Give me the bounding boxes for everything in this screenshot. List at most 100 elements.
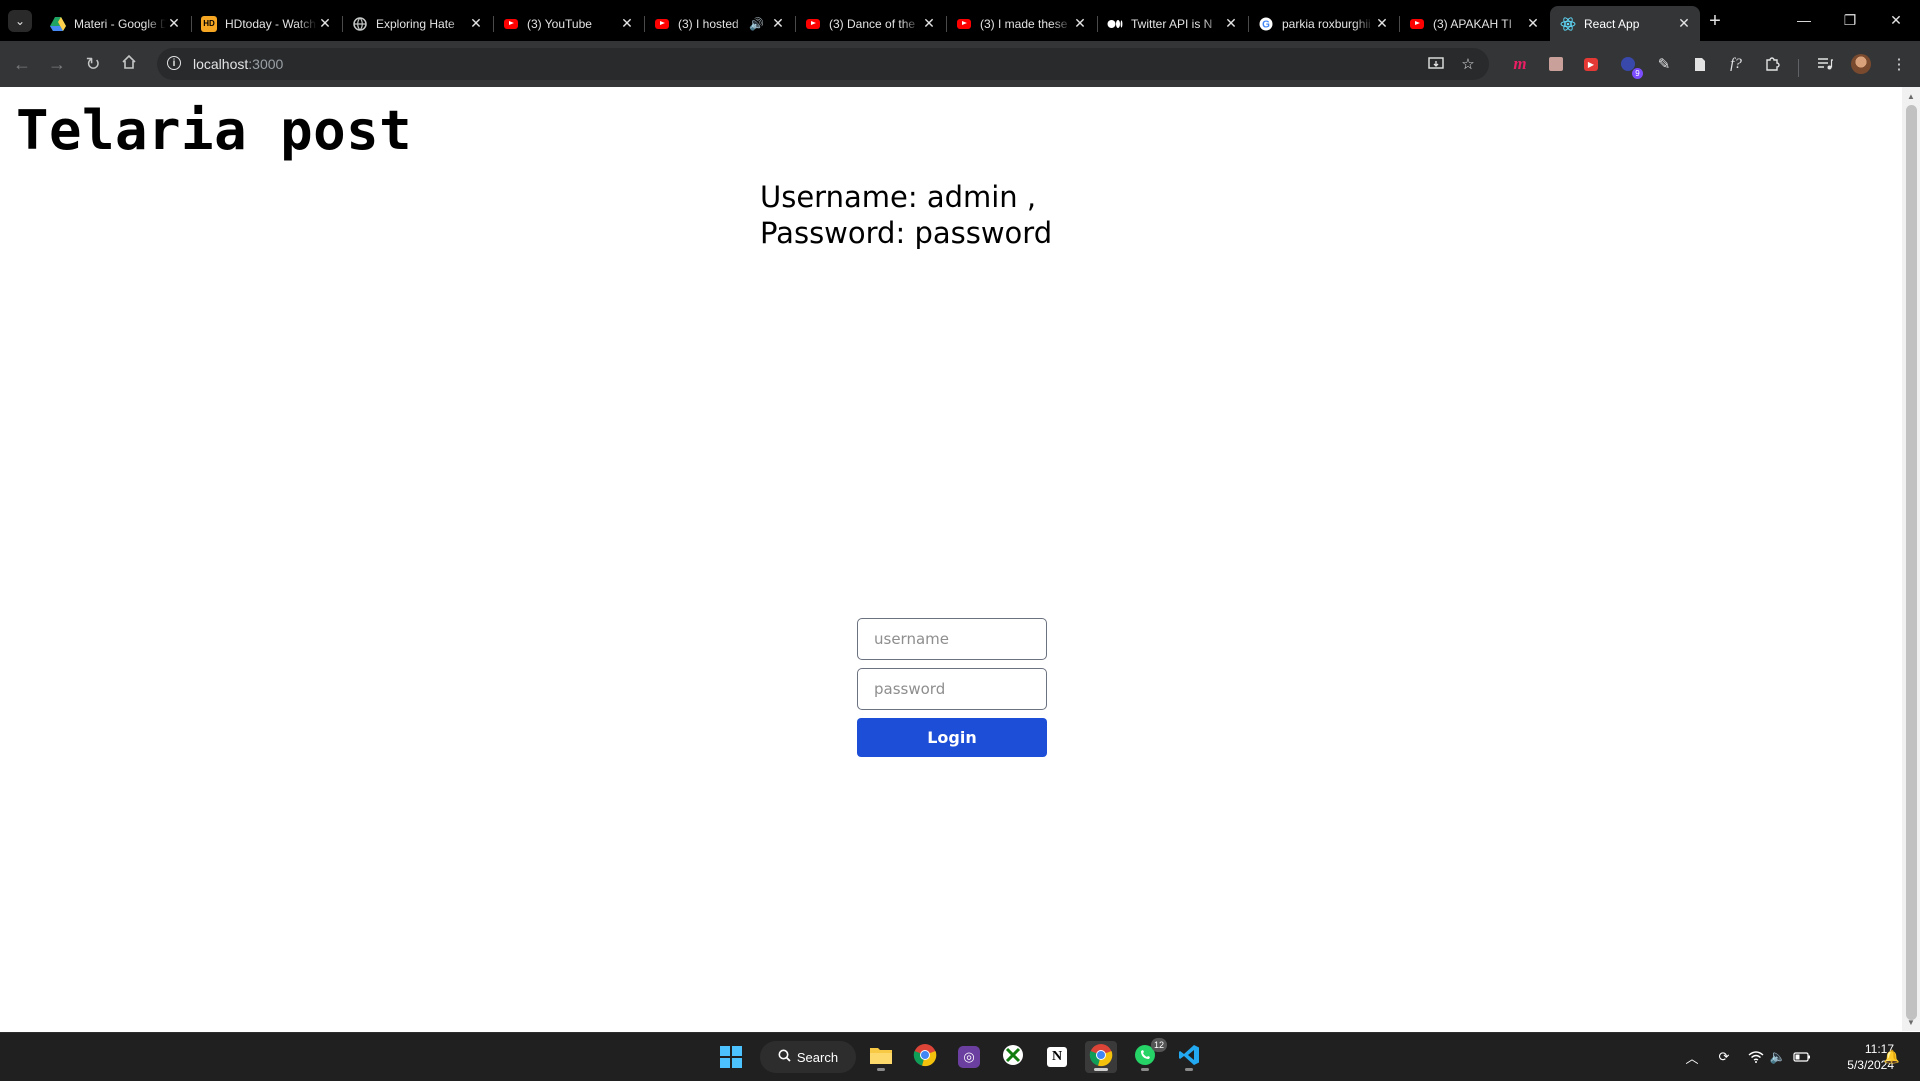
site-info-icon[interactable]: i	[167, 56, 181, 70]
minimize-icon: —	[1797, 12, 1811, 28]
login-button[interactable]: Login	[857, 718, 1047, 757]
taskbar-notion[interactable]: N	[1041, 1041, 1073, 1073]
reload-icon: ↻	[85, 53, 101, 74]
scroll-down-arrow-icon[interactable]: ▼	[1906, 1017, 1916, 1027]
login-form: Login	[857, 618, 1047, 757]
notification-bell-icon[interactable]: 🔔	[1882, 1047, 1902, 1067]
bookmark-star-icon[interactable]: ☆	[1459, 55, 1477, 73]
tab-youtube[interactable]: (3) YouTube ✕	[493, 6, 643, 41]
close-icon[interactable]: ✕	[317, 15, 333, 32]
taskbar-app-purple[interactable]: ◎	[953, 1041, 985, 1073]
close-icon[interactable]: ✕	[1525, 15, 1541, 32]
close-icon[interactable]: ✕	[770, 15, 786, 32]
new-tab-button[interactable]: +	[1704, 10, 1726, 32]
search-icon	[778, 1049, 791, 1065]
url-text[interactable]: localhost:3000	[193, 56, 283, 72]
tab-search-button[interactable]: ⌄	[8, 10, 32, 32]
youtube-icon	[805, 16, 821, 32]
tray-overflow-chevron-icon[interactable]: ︿	[1682, 1047, 1702, 1067]
battery-icon[interactable]	[1792, 1047, 1812, 1067]
close-icon[interactable]: ✕	[921, 15, 937, 32]
home-button[interactable]	[115, 50, 143, 78]
minimize-button[interactable]: —	[1781, 8, 1827, 32]
chevron-down-icon: ⌄	[14, 14, 26, 28]
running-indicator	[1094, 1068, 1108, 1071]
close-icon[interactable]: ✕	[1072, 15, 1088, 32]
taskbar-xbox[interactable]	[997, 1041, 1029, 1073]
youtube-icon	[654, 16, 670, 32]
install-app-icon[interactable]	[1427, 55, 1445, 73]
taskbar-file-explorer[interactable]	[865, 1041, 897, 1073]
google-icon: G	[1258, 16, 1274, 32]
youtube-icon	[503, 16, 519, 32]
taskbar-vscode[interactable]	[1173, 1041, 1205, 1073]
close-icon[interactable]: ✕	[468, 15, 484, 32]
media-control-icon[interactable]	[1814, 53, 1836, 75]
username-input[interactable]	[857, 618, 1047, 660]
wifi-icon[interactable]	[1746, 1047, 1766, 1067]
tab-strip: ⌄ Materi - Google Drive ✕ HD HDtoday - W…	[0, 0, 1920, 41]
close-window-button[interactable]: ✕	[1873, 8, 1919, 32]
tab-hdtoday[interactable]: HD HDtoday - Watch ✕	[191, 6, 341, 41]
password-input[interactable]	[857, 668, 1047, 710]
taskbar-chrome[interactable]	[909, 1041, 941, 1073]
restore-icon: ❐	[1843, 11, 1857, 28]
taskbar-whatsapp[interactable]: 12	[1129, 1038, 1167, 1073]
windows-taskbar: Search ◎ N 12 ︿ ⟳ 🔈 11:17 5/3/2024 🔔	[0, 1032, 1920, 1081]
close-icon[interactable]: ✕	[1223, 15, 1239, 32]
folder-icon	[869, 1045, 893, 1070]
close-icon[interactable]: ✕	[1676, 15, 1692, 32]
document-icon[interactable]	[1689, 53, 1711, 75]
google-drive-icon	[50, 16, 66, 32]
extension-m-icon[interactable]: m	[1509, 53, 1531, 75]
forward-button[interactable]: →	[43, 50, 71, 78]
back-button[interactable]: ←	[8, 50, 36, 78]
windows-logo-icon	[720, 1046, 742, 1068]
tab-google-drive[interactable]: Materi - Google Drive ✕	[40, 6, 190, 41]
notion-icon: N	[1047, 1047, 1067, 1067]
running-indicator	[1141, 1068, 1149, 1071]
restore-button[interactable]: ❐	[1827, 8, 1873, 32]
scroll-up-arrow-icon[interactable]: ▲	[1906, 91, 1916, 101]
formula-icon[interactable]: f?	[1725, 53, 1747, 75]
profile-avatar[interactable]	[1850, 53, 1872, 75]
tab-exploring-hate[interactable]: Exploring Hate ✕	[342, 6, 492, 41]
tab-twitter-api[interactable]: Twitter API is N ✕	[1097, 6, 1247, 41]
kebab-menu-icon: ⋮	[1891, 56, 1907, 73]
tab-i-made-these[interactable]: (3) I made these ✕	[946, 6, 1096, 41]
taskbar-chrome-profile[interactable]	[1085, 1041, 1117, 1073]
close-icon[interactable]: ✕	[166, 15, 182, 32]
tab-react-app[interactable]: React App ✕	[1550, 6, 1700, 41]
close-icon[interactable]: ✕	[1374, 15, 1390, 32]
sync-icon[interactable]: ⟳	[1714, 1047, 1734, 1067]
vertical-scrollbar[interactable]: ▲ ▼	[1902, 87, 1920, 1031]
reload-button[interactable]: ↻	[79, 50, 107, 78]
speaker-icon[interactable]: 🔊	[749, 17, 764, 31]
close-icon[interactable]: ✕	[619, 15, 635, 32]
taskbar-search-button[interactable]: Search	[760, 1041, 856, 1073]
tab-i-hosted[interactable]: (3) I hosted 🔊 ✕	[644, 6, 794, 41]
start-button[interactable]	[715, 1041, 747, 1073]
chrome-menu-button[interactable]: ⋮	[1888, 53, 1910, 75]
extension-video-icon[interactable]: ▶	[1580, 53, 1602, 75]
scrollbar-thumb[interactable]	[1906, 105, 1917, 1020]
credentials-hint: Username: admin , Password: password	[760, 180, 1053, 250]
extensions-puzzle-icon[interactable]	[1761, 53, 1783, 75]
arrow-right-icon: →	[48, 53, 66, 74]
eyedropper-icon[interactable]: ✎	[1653, 53, 1675, 75]
home-icon	[121, 54, 137, 75]
hdtoday-icon: HD	[201, 15, 217, 32]
address-bar[interactable]: i localhost:3000 ☆	[157, 48, 1489, 80]
vscode-icon	[1178, 1044, 1200, 1071]
extension-notes-icon[interactable]	[1545, 53, 1567, 75]
volume-icon[interactable]: 🔈	[1768, 1047, 1788, 1067]
app-purple-icon: ◎	[958, 1046, 980, 1068]
react-icon	[1560, 16, 1576, 32]
xbox-icon	[1002, 1044, 1024, 1071]
tab-dance-of-the[interactable]: (3) Dance of the ✕	[795, 6, 945, 41]
tab-parkia-roxburghii[interactable]: G parkia roxburghii ✕	[1248, 6, 1398, 41]
extension-badge-icon[interactable]: 9	[1617, 53, 1643, 79]
tab-apakah[interactable]: (3) APAKAH TI ✕	[1399, 6, 1549, 41]
running-indicator	[877, 1068, 885, 1071]
running-indicator	[1185, 1068, 1193, 1071]
